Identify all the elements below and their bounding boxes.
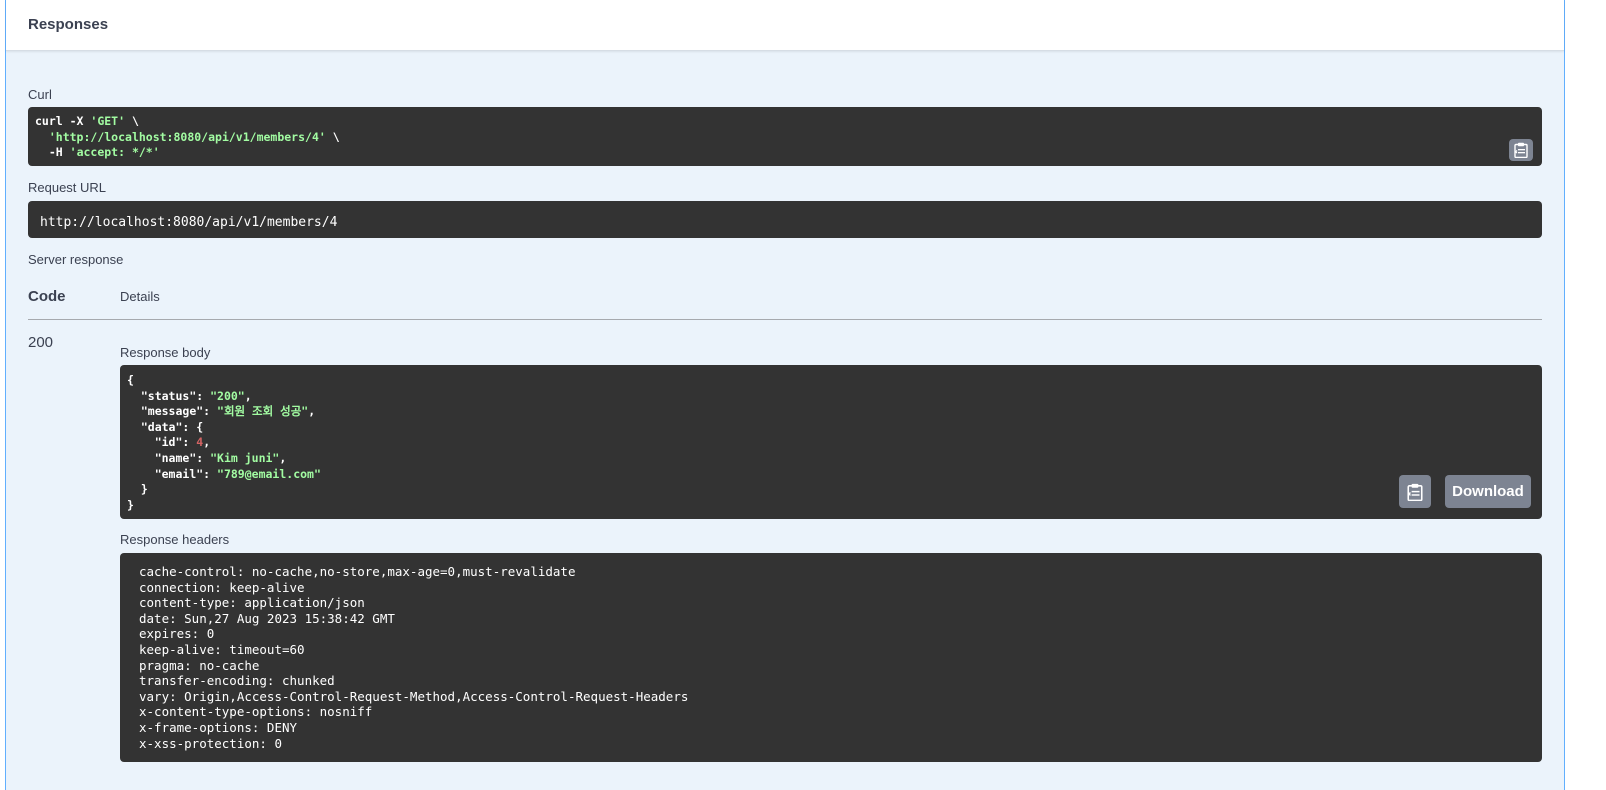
curl-label: Curl xyxy=(28,87,52,102)
response-body-label: Response body xyxy=(120,345,211,360)
server-response-label: Server response xyxy=(28,252,124,267)
clipboard-icon xyxy=(1514,142,1528,158)
response-status-code: 200 xyxy=(28,334,54,351)
curl-code-block[interactable]: curl -X 'GET' \ 'http://localhost:8080/a… xyxy=(28,107,1542,166)
table-divider xyxy=(28,319,1542,320)
response-body-block[interactable]: { "status": "200", "message": "회원 조회 성공"… xyxy=(120,365,1542,519)
response-body-json: { "status": "200", "message": "회원 조회 성공"… xyxy=(127,373,321,512)
curl-code: curl -X 'GET' \ 'http://localhost:8080/a… xyxy=(35,114,340,159)
responses-header: Responses xyxy=(6,0,1564,51)
responses-panel: Responses Curl curl -X 'GET' \ 'http://l… xyxy=(5,0,1565,790)
responses-title: Responses xyxy=(28,16,109,33)
download-button[interactable]: Download xyxy=(1445,475,1531,508)
code-column-header: Code xyxy=(28,288,66,305)
response-headers-text: cache-control: no-cache,no-store,max-age… xyxy=(139,564,689,751)
request-url-value: http://localhost:8080/api/v1/members/4 xyxy=(40,215,338,230)
request-url-label: Request URL xyxy=(28,180,107,195)
response-headers-block[interactable]: cache-control: no-cache,no-store,max-age… xyxy=(120,553,1542,762)
request-url-block[interactable]: http://localhost:8080/api/v1/members/4 xyxy=(28,201,1542,238)
clipboard-icon xyxy=(1407,483,1423,501)
response-headers-label: Response headers xyxy=(120,532,230,547)
copy-curl-button[interactable] xyxy=(1509,139,1533,161)
details-column-header: Details xyxy=(120,289,160,304)
copy-response-button[interactable] xyxy=(1399,475,1431,508)
